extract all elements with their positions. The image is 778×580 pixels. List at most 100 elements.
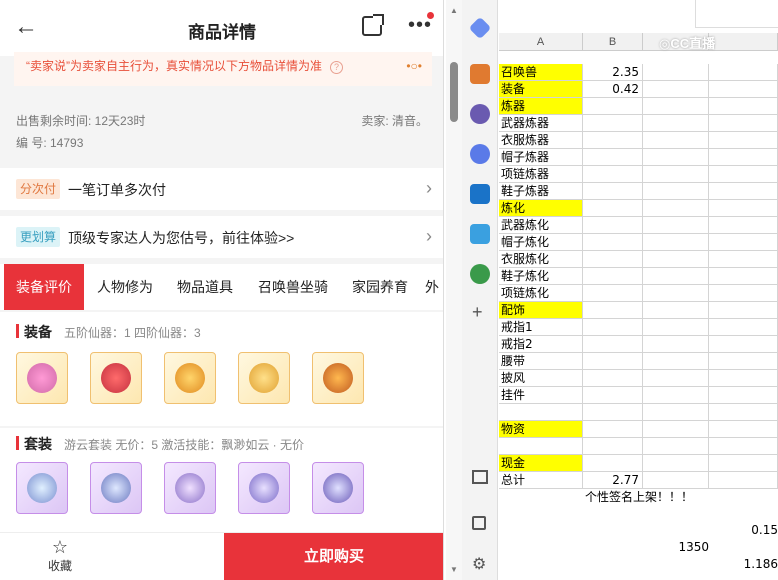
sheet-cell-d[interactable] — [709, 81, 778, 98]
sheet-cell-a[interactable]: 衣服炼化 — [499, 251, 583, 268]
sheet-cell-c[interactable] — [643, 166, 709, 183]
sheet-cell-a[interactable] — [499, 438, 583, 455]
sheet-cell-b[interactable] — [583, 438, 643, 455]
user-icon[interactable] — [470, 104, 490, 124]
equipment-slot-armor-icon[interactable] — [164, 352, 216, 404]
sheet-cell-c[interactable] — [643, 183, 709, 200]
sheet-cell-c[interactable] — [643, 81, 709, 98]
suit-slot-ring-icon[interactable] — [16, 462, 68, 514]
sheet-cell-d[interactable] — [709, 115, 778, 132]
sheet-cell-b[interactable] — [583, 251, 643, 268]
sheet-cell-d[interactable] — [709, 353, 778, 370]
sheet-cell-d[interactable] — [709, 302, 778, 319]
sheet-cell-d[interactable] — [709, 251, 778, 268]
tab-more[interactable]: 外 — [420, 264, 443, 310]
tab-cultivation[interactable]: 人物修为 — [86, 264, 164, 310]
tab-equipment[interactable]: 装备评价 — [4, 264, 84, 310]
sheet-cell-a[interactable]: 披风 — [499, 370, 583, 387]
sheet-cell-c[interactable] — [643, 217, 709, 234]
copilot-icon[interactable] — [470, 144, 490, 164]
sheet-cell-c[interactable] — [643, 132, 709, 149]
sheet-cell-c[interactable] — [643, 353, 709, 370]
sheet-cell-b[interactable] — [583, 387, 643, 404]
outlook-icon[interactable] — [470, 184, 490, 204]
installment-row[interactable]: 分次付 一笔订单多次付 › — [0, 168, 443, 210]
sheet-cell-a[interactable]: 戒指2 — [499, 336, 583, 353]
sheet-cell-a[interactable]: 物资 — [499, 421, 583, 438]
sheet-cell-a[interactable]: 装备 — [499, 81, 583, 98]
sheet-cell-d[interactable] — [709, 200, 778, 217]
sheet-cell-d[interactable] — [709, 217, 778, 234]
sheet-cell-d[interactable] — [709, 149, 778, 166]
sheet-cell-d[interactable] — [709, 336, 778, 353]
tab-items[interactable]: 物品道具 — [166, 264, 244, 310]
sheet-cell-c[interactable] — [643, 387, 709, 404]
column-header-b[interactable]: B — [583, 33, 643, 51]
sheet-cell-b[interactable] — [583, 115, 643, 132]
column-header-a[interactable]: A — [499, 33, 583, 51]
add-icon[interactable]: + — [472, 302, 483, 323]
sheet-cell-b[interactable] — [583, 285, 643, 302]
sheet-cell-d[interactable] — [709, 268, 778, 285]
tree-icon[interactable] — [470, 264, 490, 284]
equipment-slot-necklace-icon[interactable] — [16, 352, 68, 404]
sheet-cell-a[interactable]: 挂件 — [499, 387, 583, 404]
sheet-cell-d[interactable] — [709, 98, 778, 115]
sheet-cell-c[interactable] — [643, 64, 709, 81]
sheet-cell-b[interactable] — [583, 183, 643, 200]
sheet-cell-b[interactable] — [583, 336, 643, 353]
sheet-cell-b[interactable] — [583, 268, 643, 285]
suit-slot-ring-icon[interactable] — [90, 462, 142, 514]
sheet-cell-d[interactable] — [709, 285, 778, 302]
sheet-cell-b[interactable] — [583, 98, 643, 115]
value-cell[interactable]: 0.15 — [735, 522, 778, 539]
sheet-cell-d[interactable] — [709, 455, 778, 472]
sheet-cell-c[interactable] — [643, 336, 709, 353]
sheet-cell-c[interactable] — [643, 251, 709, 268]
favorite-button[interactable]: ☆ 收藏 — [30, 537, 90, 574]
sheet-cell-a[interactable]: 总计 — [499, 472, 583, 489]
sheet-cell-a[interactable]: 武器炼器 — [499, 115, 583, 132]
value-cell[interactable]: 1350 — [659, 539, 709, 556]
seller-name[interactable]: 卖家: 清音。 — [361, 112, 428, 129]
sheet-cell-d[interactable] — [709, 319, 778, 336]
sheet-cell-b[interactable] — [583, 353, 643, 370]
help-icon[interactable]: ? — [330, 61, 343, 74]
suit-slot-ring-icon[interactable] — [238, 462, 290, 514]
equipment-slot-crown-icon[interactable] — [90, 352, 142, 404]
tag-icon[interactable] — [468, 16, 492, 40]
scrollbar-thumb[interactable] — [450, 62, 458, 122]
sheet-cell-c[interactable] — [643, 234, 709, 251]
sheet-cell-c[interactable] — [643, 302, 709, 319]
sheet-cell-a[interactable] — [499, 404, 583, 421]
sheet-cell-c[interactable] — [643, 98, 709, 115]
briefcase-icon[interactable] — [470, 64, 490, 84]
sheet-cell-a[interactable]: 帽子炼器 — [499, 149, 583, 166]
sheet-cell-b[interactable] — [583, 455, 643, 472]
sheet-cell-a[interactable]: 项链炼器 — [499, 166, 583, 183]
sheet-cell-b[interactable] — [583, 404, 643, 421]
notice-more-icon[interactable]: •○• — [406, 52, 422, 80]
sheet-cell-b[interactable] — [583, 166, 643, 183]
sheet-cell-a[interactable]: 召唤兽 — [499, 64, 583, 81]
sheet-cell-b[interactable] — [583, 132, 643, 149]
sheet-cell-b[interactable] — [583, 319, 643, 336]
sheet-cell-b[interactable] — [583, 149, 643, 166]
sheet-cell-d[interactable] — [709, 234, 778, 251]
sheet-cell-a[interactable]: 鞋子炼化 — [499, 268, 583, 285]
screenshot-icon[interactable] — [472, 470, 488, 484]
sheet-cell-c[interactable] — [643, 455, 709, 472]
sheet-cell-a[interactable]: 炼化 — [499, 200, 583, 217]
sheet-cell-a[interactable]: 项链炼化 — [499, 285, 583, 302]
suit-slot-ring-icon[interactable] — [164, 462, 216, 514]
sheet-cell-a[interactable]: 鞋子炼器 — [499, 183, 583, 200]
sheet-cell-c[interactable] — [643, 438, 709, 455]
sheet-cell-a[interactable]: 现金 — [499, 455, 583, 472]
sheet-cell-b[interactable]: 2.35 — [583, 64, 643, 81]
sheet-cell-c[interactable] — [643, 404, 709, 421]
column-header-d[interactable] — [709, 33, 778, 51]
sheet-cell-c[interactable] — [643, 115, 709, 132]
suit-slot-ring-icon[interactable] — [312, 462, 364, 514]
sheet-cell-a[interactable]: 衣服炼器 — [499, 132, 583, 149]
sheet-cell-c[interactable] — [643, 319, 709, 336]
